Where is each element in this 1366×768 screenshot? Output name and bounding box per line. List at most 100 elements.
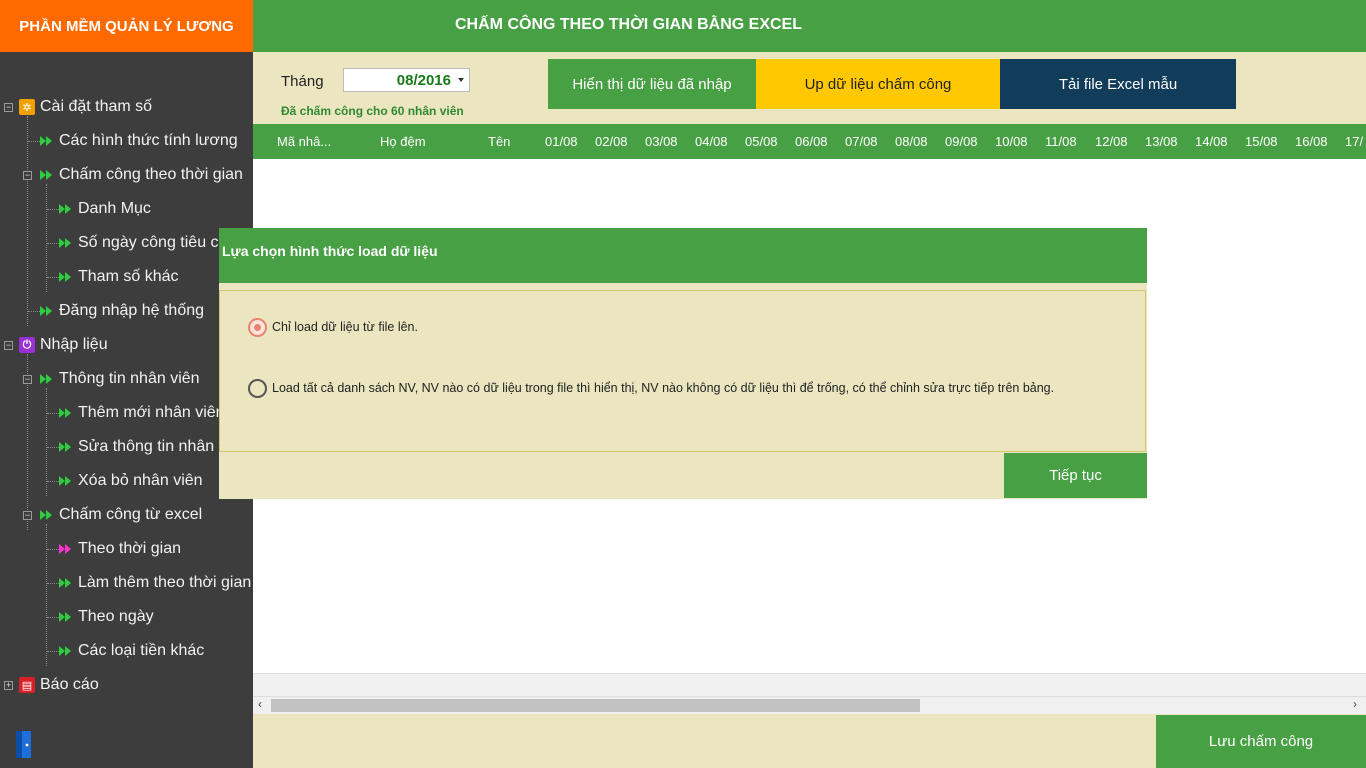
column-header[interactable]: 12/08 — [1095, 134, 1128, 149]
sidebar-item-reports[interactable]: ▤ Báo cáo — [19, 671, 99, 699]
header-bar — [253, 0, 1366, 52]
page-title: CHẤM CÔNG THEO THỜI GIAN BẰNG EXCEL — [455, 16, 802, 33]
sidebar-item-label: Chấm công từ excel — [59, 506, 203, 523]
sidebar-item-label: Các loại tiền khác — [78, 642, 205, 659]
arrow-icon — [59, 204, 73, 214]
arrow-icon — [59, 578, 73, 588]
sidebar-item-label: Thêm mới nhân viên — [78, 404, 225, 421]
arrow-icon — [59, 646, 73, 656]
data-entry-icon: ⏻ — [19, 337, 35, 353]
sidebar-item-label: Làm thêm theo thời gian — [78, 574, 252, 591]
gear-icon: ✲ — [19, 99, 35, 115]
continue-button[interactable]: Tiếp tục — [1004, 453, 1147, 498]
sidebar-item-label: Xóa bỏ nhân viên — [78, 472, 203, 489]
column-header[interactable]: Tên — [488, 134, 510, 149]
sidebar-item-catalog[interactable]: Danh Mục — [59, 195, 151, 223]
column-header[interactable]: 06/08 — [795, 134, 828, 149]
column-header[interactable]: Mã nhâ... — [277, 134, 331, 149]
column-header[interactable]: 04/08 — [695, 134, 728, 149]
scroll-left-icon[interactable]: ‹ — [258, 697, 262, 711]
sidebar-item-data-entry[interactable]: ⏻ Nhập liệu — [19, 331, 108, 359]
column-header[interactable]: 09/08 — [945, 134, 978, 149]
expand-icon[interactable]: + — [4, 681, 13, 690]
sidebar-item-label: Danh Mục — [78, 200, 151, 217]
column-header[interactable]: 05/08 — [745, 134, 778, 149]
scroll-right-icon[interactable]: › — [1353, 697, 1357, 711]
sidebar-item-add-employee[interactable]: Thêm mới nhân viên — [59, 399, 225, 427]
sidebar-item-label: Tham số khác — [78, 268, 179, 285]
sidebar-item-label: Thông tin nhân viên — [59, 370, 200, 387]
arrow-icon — [40, 510, 54, 520]
save-attendance-button[interactable]: Lưu chấm công — [1156, 715, 1366, 768]
arrow-icon — [59, 238, 73, 248]
chevron-down-icon — [458, 78, 464, 82]
column-header[interactable]: 15/08 — [1245, 134, 1278, 149]
sidebar-item-employee-info[interactable]: Thông tin nhân viên — [40, 365, 200, 393]
sidebar-item-other-money[interactable]: Các loại tiền khác — [59, 637, 204, 665]
sidebar-item-excel-attendance[interactable]: Chấm công từ excel — [40, 501, 202, 529]
grid-header: Mã nhâ... Họ đệm Tên 01/08 02/08 03/08 0… — [253, 124, 1366, 159]
grid-footer-row — [253, 673, 1366, 696]
column-header[interactable]: 01/08 — [545, 134, 578, 149]
load-all-employees-label[interactable]: Load tất cả danh sách NV, NV nào có dữ l… — [272, 381, 1054, 395]
collapse-icon[interactable]: − — [4, 103, 13, 112]
sidebar-item-time-attendance[interactable]: Chấm công theo thời gian — [40, 161, 243, 189]
sidebar-item-settings[interactable]: ✲ Cài đặt tham số — [19, 93, 152, 121]
sidebar-item-label: Đăng nhập hệ thống — [59, 302, 205, 319]
sidebar-item-other-params[interactable]: Tham số khác — [59, 263, 178, 291]
arrow-icon — [40, 306, 54, 316]
sidebar-item-delete-employee[interactable]: Xóa bỏ nhân viên — [59, 467, 203, 495]
sidebar-item-label: Theo ngày — [78, 608, 154, 625]
arrow-icon — [59, 612, 73, 622]
column-header[interactable]: 16/08 — [1295, 134, 1328, 149]
column-header[interactable]: 11/08 — [1045, 134, 1077, 149]
column-header[interactable]: 17/ — [1345, 134, 1363, 149]
dialog-title: Lựa chọn hình thức load dữ liệu — [222, 243, 438, 259]
column-header[interactable]: 14/08 — [1195, 134, 1228, 149]
collapse-icon[interactable]: − — [4, 341, 13, 350]
load-file-only-radio[interactable] — [248, 318, 267, 337]
sidebar-item-by-time[interactable]: Theo thời gian — [59, 535, 181, 563]
month-label: Tháng — [281, 73, 324, 90]
month-select[interactable]: 08/2016 — [343, 68, 470, 92]
arrow-icon — [40, 374, 54, 384]
sidebar-item-label: Chấm công theo thời gian — [59, 166, 243, 183]
sidebar-item-by-day[interactable]: Theo ngày — [59, 603, 154, 631]
sidebar-item-overtime[interactable]: Làm thêm theo thời gian — [59, 569, 251, 597]
sidebar-item-label: Các hình thức tính lương — [59, 132, 238, 149]
column-header[interactable]: 08/08 — [895, 134, 928, 149]
sidebar-item-label: Báo cáo — [40, 676, 99, 693]
sidebar-tree: − − − − − + ✲ Cài đặt tham số Các hình t… — [0, 52, 253, 768]
column-header[interactable]: 07/08 — [845, 134, 878, 149]
column-header[interactable]: 13/08 — [1145, 134, 1178, 149]
sidebar-item-label: Theo thời gian — [78, 540, 181, 557]
arrow-icon — [40, 136, 54, 146]
collapse-icon[interactable]: − — [23, 171, 32, 180]
column-header[interactable]: 03/08 — [645, 134, 678, 149]
arrow-icon — [59, 408, 73, 418]
sidebar-item-label: Cài đặt tham số — [40, 98, 153, 115]
collapse-icon[interactable]: − — [23, 511, 32, 520]
app-title: PHẦN MỀM QUẢN LÝ LƯƠNG — [0, 0, 253, 52]
status-note: Đã chấm công cho 60 nhân viên — [281, 104, 464, 118]
column-header[interactable]: 10/08 — [995, 134, 1028, 149]
collapse-icon[interactable]: − — [23, 375, 32, 384]
arrow-icon — [59, 476, 73, 486]
arrow-icon — [40, 170, 54, 180]
dialog-options-panel — [219, 290, 1146, 452]
load-all-employees-radio[interactable] — [248, 379, 267, 398]
sidebar-item-salary-methods[interactable]: Các hình thức tính lương — [40, 127, 238, 155]
upload-attendance-button[interactable]: Up dữ liệu chấm công — [756, 59, 1000, 109]
exit-door-icon[interactable] — [14, 729, 34, 759]
scrollbar-thumb[interactable] — [271, 699, 920, 712]
load-file-only-label[interactable]: Chỉ load dữ liệu từ file lên. — [272, 320, 418, 334]
column-header[interactable]: 02/08 — [595, 134, 628, 149]
report-icon: ▤ — [19, 677, 35, 693]
month-value: 08/2016 — [396, 71, 451, 89]
arrow-icon — [59, 442, 73, 452]
show-entered-data-button[interactable]: Hiển thị dữ liệu đã nhập — [548, 59, 756, 109]
column-header[interactable]: Họ đệm — [380, 134, 426, 149]
sidebar-item-label: Nhập liệu — [40, 336, 108, 353]
download-template-button[interactable]: Tải file Excel mẫu — [1000, 59, 1236, 109]
sidebar-item-login[interactable]: Đăng nhập hệ thống — [40, 297, 204, 325]
